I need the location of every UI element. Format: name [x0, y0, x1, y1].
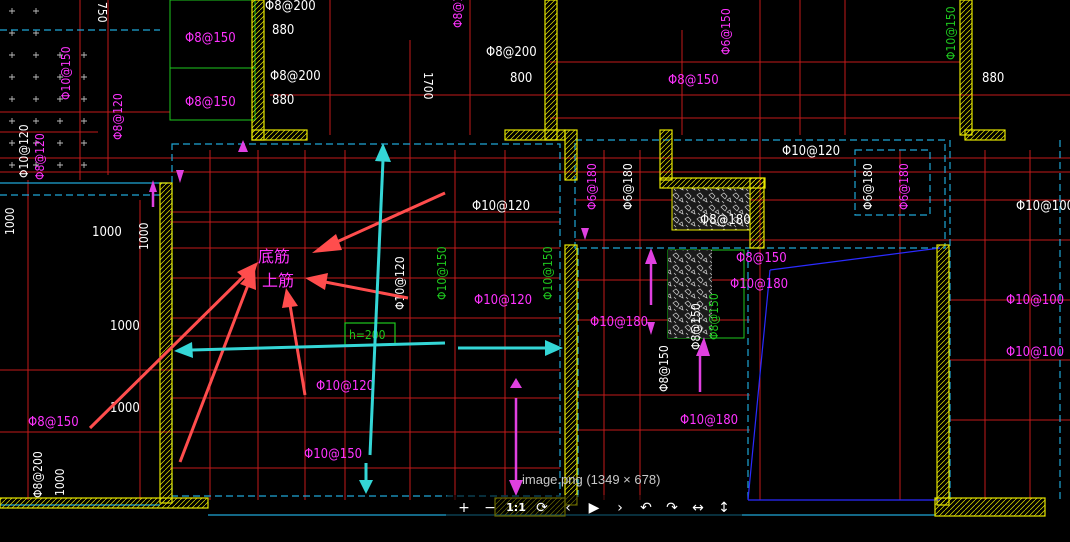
- flip-horizontal-button[interactable]: ↔: [686, 496, 710, 520]
- label-r10-150-bottom: Φ10@150: [304, 447, 362, 462]
- label-880-b: 880: [272, 93, 294, 108]
- annotation-top-rebar: 上筋: [262, 271, 294, 290]
- label-1000-d: 1000: [110, 319, 140, 334]
- plus-hatch-regions: [0, 0, 98, 180]
- annotation-bottom-rebar: 底筋: [258, 247, 290, 266]
- label-r10-180-b: Φ10@180: [590, 315, 648, 330]
- label-r10-150-g1: Φ10@150: [435, 246, 449, 300]
- label-r6-180-d: Φ6@180: [897, 163, 911, 210]
- label-1000-f: 1000: [53, 468, 67, 496]
- label-r10-150-left: Φ10@150: [59, 46, 73, 100]
- label-r10-100-c: Φ10@100: [1006, 345, 1064, 360]
- label-r10-100-b: Φ10@100: [1006, 293, 1064, 308]
- cyan-dashed-outlines: [0, 29, 1061, 500]
- label-r8-200-top: Φ8@200: [265, 0, 316, 14]
- label-r8-150-left: Φ8@150: [28, 415, 79, 430]
- label-r10-100-a: Φ10@100: [1016, 199, 1070, 214]
- label-r8-150-a: Φ8@150: [185, 31, 236, 46]
- reset-button[interactable]: ⟳: [530, 496, 554, 520]
- label-r10-150-g2: Φ10@150: [541, 246, 555, 300]
- label-880-a: 880: [272, 23, 294, 38]
- actual-size-button[interactable]: 1:1: [504, 496, 528, 520]
- label-r8-150-b: Φ8@150: [185, 95, 236, 110]
- flip-vertical-button[interactable]: ↕: [712, 496, 736, 520]
- image-caption: image.png (1349 × 678): [522, 472, 661, 487]
- next-button[interactable]: ›: [608, 496, 632, 520]
- label-800: 800: [510, 71, 532, 86]
- label-r10-120-mid: Φ10@120: [474, 293, 532, 308]
- label-r8-150-v2: Φ8@150: [707, 293, 721, 340]
- label-r8-150-g: Φ8@150: [657, 345, 671, 392]
- label-1000-a: 1000: [3, 207, 17, 235]
- play-button[interactable]: ▶: [582, 496, 606, 520]
- label-r10-120-left: Φ10@120: [17, 124, 31, 178]
- label-r8-180-g: Φ8@180: [700, 213, 751, 228]
- label-r8-200-mid: Φ8@200: [486, 45, 537, 60]
- label-1700: 1700: [421, 72, 435, 100]
- label-1000-c: 1000: [137, 222, 151, 250]
- label-880-r: 880: [982, 71, 1004, 86]
- label-r10-120-r1: Φ10@120: [782, 144, 840, 159]
- image-viewer-toolbar: + −1:1 ⟳ ‹ ▶ › ↶ ↷ ↔ ↕: [446, 495, 742, 521]
- label-r6-180-a: Φ6@180: [585, 163, 599, 210]
- label-r10-120-low: Φ10@120: [316, 379, 374, 394]
- rotate-right-button[interactable]: ↷: [660, 496, 684, 520]
- cad-drawing: Φ8@200 750 880 880 Φ8@150 Φ8@200 Φ8@150 …: [0, 0, 1070, 517]
- label-r10-150-top: Φ10@150: [944, 6, 958, 60]
- cad-drawing-canvas: Φ8@200 750 880 880 Φ8@150 Φ8@200 Φ8@150 …: [0, 0, 1070, 538]
- label-r10-180-a: Φ10@180: [730, 277, 788, 292]
- label-750: 750: [95, 2, 109, 23]
- rotate-left-button[interactable]: ↶: [634, 496, 658, 520]
- label-r6-180-b: Φ6@180: [621, 163, 635, 210]
- label-r10-180-c: Φ10@180: [680, 413, 738, 428]
- thickness-label: h=200: [349, 328, 386, 342]
- label-r8-120-left: Φ8@120: [111, 93, 125, 140]
- previous-button[interactable]: ‹: [556, 496, 580, 520]
- zoom-out-button[interactable]: −: [478, 496, 502, 520]
- label-r10-120-v: Φ10@120: [393, 256, 407, 310]
- label-1000-b: 1000: [92, 225, 122, 240]
- label-r8-150-e: Φ8@150: [736, 251, 787, 266]
- label-r8-150-c: Φ8@150: [451, 0, 465, 28]
- label-r8-150-f: Φ8@150: [689, 303, 703, 350]
- label-r8-200-b: Φ8@200: [270, 69, 321, 84]
- label-r6-180-c: Φ6@180: [861, 163, 875, 210]
- zoom-in-button[interactable]: +: [452, 496, 476, 520]
- label-r6-150: Φ6@150: [719, 8, 733, 55]
- label-r8-200-low: Φ8@200: [31, 451, 45, 498]
- label-r10-120-c: Φ10@120: [472, 199, 530, 214]
- label-r8-120-b: Φ8@120: [33, 133, 47, 180]
- label-r8-150-d: Φ8@150: [668, 73, 719, 88]
